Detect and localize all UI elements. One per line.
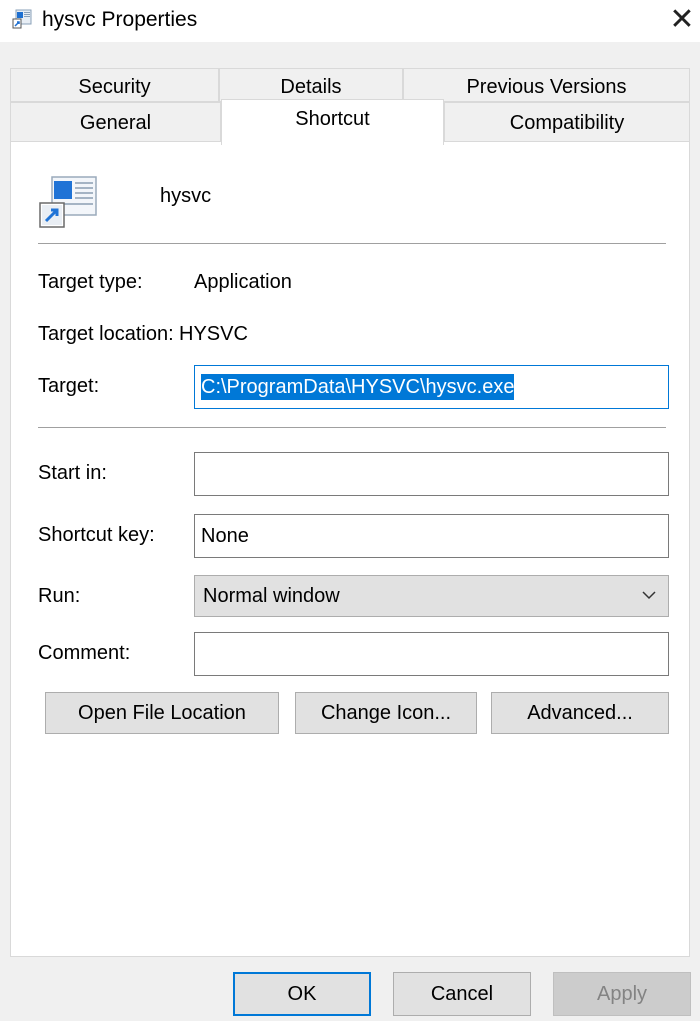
title-bar: hysvc Properties ✕ (0, 0, 700, 42)
run-select[interactable]: Normal window (194, 575, 669, 617)
ok-button[interactable]: OK (233, 972, 371, 1016)
close-icon[interactable]: ✕ (668, 2, 696, 38)
change-icon-button[interactable]: Change Icon... (295, 692, 477, 734)
tab-security[interactable]: Security (10, 68, 219, 102)
target-location-label: Target location: (38, 323, 174, 345)
shortcut-panel: hysvc Target type: Application Target lo… (10, 141, 690, 957)
target-location-value: HYSVC (179, 323, 248, 345)
app-shortcut-icon (12, 9, 32, 29)
comment-input[interactable] (194, 632, 669, 676)
chevron-down-icon (642, 591, 656, 600)
shortcut-key-label: Shortcut key: (38, 524, 155, 546)
divider (38, 243, 666, 244)
divider (38, 427, 666, 428)
run-label: Run: (38, 585, 81, 607)
window-title: hysvc Properties (42, 8, 198, 31)
target-type-label: Target type: (38, 271, 143, 293)
shortcut-key-input[interactable]: None (194, 514, 669, 558)
comment-label: Comment: (38, 642, 131, 664)
tab-compatibility[interactable]: Compatibility (444, 102, 690, 142)
tab-details[interactable]: Details (219, 68, 403, 102)
run-select-value: Normal window (203, 585, 340, 607)
target-input[interactable]: C:\ProgramData\HYSVC\hysvc.exe (194, 365, 669, 409)
target-selected-text: C:\ProgramData\HYSVC\hysvc.exe (201, 374, 515, 400)
tab-general[interactable]: General (10, 102, 221, 142)
open-file-location-button[interactable]: Open File Location (45, 692, 279, 734)
target-type-value: Application (194, 271, 292, 293)
apply-button[interactable]: Apply (553, 972, 691, 1016)
cancel-button[interactable]: Cancel (393, 972, 531, 1016)
target-label: Target: (38, 375, 100, 397)
tab-shortcut[interactable]: Shortcut (221, 99, 444, 145)
application-shortcut-icon (39, 176, 97, 228)
shortcut-name: hysvc (160, 185, 212, 207)
tab-previous-versions[interactable]: Previous Versions (403, 68, 690, 102)
advanced-button[interactable]: Advanced... (491, 692, 669, 734)
start-in-label: Start in: (38, 462, 107, 484)
start-in-input[interactable] (194, 452, 669, 496)
